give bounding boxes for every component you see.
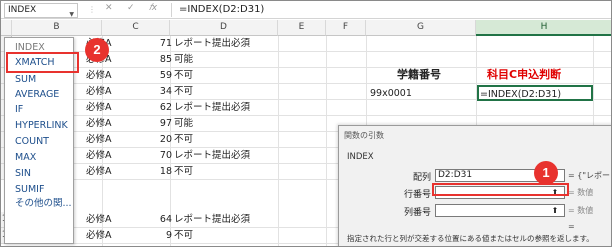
cell-b[interactable]: 必修A	[86, 132, 112, 147]
cell-d[interactable]: 可能	[174, 52, 193, 67]
cell-d[interactable]: レポート提出必須	[174, 212, 250, 227]
formula-bar: INDEX ▼ ⋮ ✕ ✓ 𝑓x =INDEX(D2:D31)	[1, 1, 611, 19]
insert-function-icon[interactable]: 𝑓x	[149, 3, 157, 13]
excel-window: INDEX ▼ ⋮ ✕ ✓ 𝑓x =INDEX(D2:D31) B C D E …	[0, 0, 612, 247]
cell-b[interactable]: 必修A	[86, 100, 112, 115]
separator-icon: ⋮	[88, 5, 96, 14]
column-header-f[interactable]: F	[326, 20, 366, 36]
cell-d[interactable]: 不可	[174, 68, 193, 83]
xmatch-highlight	[6, 52, 79, 73]
name-box-value: INDEX	[8, 5, 37, 15]
cell-c[interactable]: 70	[122, 148, 172, 163]
cell-b[interactable]: 必修A	[86, 164, 112, 179]
dropdown-item-sumif[interactable]: SUMIF	[15, 182, 44, 197]
column-number-result: = 数値	[568, 206, 594, 215]
dialog-description: 指定された行と列が交差する位置にある値またはセルの参照を返します。	[347, 234, 594, 243]
cell-c[interactable]: 9	[122, 228, 172, 243]
row-number-highlight	[432, 183, 569, 196]
cell-b[interactable]: 必修A	[86, 228, 112, 243]
student-id-value[interactable]: 99x0001	[370, 86, 412, 101]
cell-d[interactable]: 不可	[174, 164, 193, 179]
row-number-result: = 数値	[568, 188, 594, 197]
cell-d[interactable]: レポート提出必須	[174, 100, 250, 115]
column-header-g[interactable]: G	[366, 20, 476, 36]
cell-c[interactable]: 85	[122, 52, 172, 67]
cell-c[interactable]: 97	[122, 116, 172, 131]
cell-b[interactable]: 必修A	[86, 84, 112, 99]
cell-b[interactable]: 必修A	[86, 116, 112, 131]
cell-d[interactable]: 不可	[174, 132, 193, 147]
column-header-h[interactable]: H	[476, 20, 611, 36]
dropdown-item-average[interactable]: AVERAGE	[15, 87, 59, 102]
dropdown-item-more-functions[interactable]: その他の関...	[15, 196, 72, 211]
cell-b[interactable]: 必修A	[86, 212, 112, 227]
dropdown-item-if[interactable]: IF	[15, 102, 23, 117]
corner-select-all[interactable]	[1, 20, 12, 36]
array-result: = {"レポー	[568, 171, 611, 180]
table-row: 必修A 62 レポート提出必須	[12, 100, 611, 116]
cell-d[interactable]: 不可	[174, 84, 193, 99]
row-number-label: 行番号	[403, 190, 431, 200]
dropdown-item-hyperlink[interactable]: HYPERLINK	[15, 118, 68, 133]
cell-c[interactable]: 62	[122, 100, 172, 115]
formula-input[interactable]: =INDEX(D2:D31)	[179, 3, 264, 17]
dropdown-item-sum[interactable]: SUM	[15, 72, 36, 87]
course-c-header[interactable]: 科目C申込判断	[487, 67, 561, 83]
active-cell-formula[interactable]: =INDEX(D2:D31)	[480, 87, 561, 102]
student-id-header[interactable]: 学籍番号	[397, 67, 441, 83]
dropdown-item-max[interactable]: MAX	[15, 150, 36, 165]
cell-c[interactable]: 18	[122, 164, 172, 179]
name-box[interactable]: INDEX ▼	[4, 3, 78, 18]
cell-c[interactable]: 59	[122, 68, 172, 83]
array-label: 配列	[412, 173, 431, 183]
cell-c[interactable]: 34	[122, 84, 172, 99]
cell-d[interactable]: レポート提出必須	[174, 148, 250, 163]
enter-icon[interactable]: ✓	[127, 3, 135, 13]
cancel-icon[interactable]: ✕	[105, 3, 113, 13]
column-number-label: 列番号	[403, 208, 431, 218]
dialog-title: 関数の引数	[344, 131, 384, 140]
column-header-d[interactable]: D	[170, 20, 278, 36]
cell-c[interactable]: 64	[122, 212, 172, 227]
cell-c[interactable]: 71	[122, 36, 172, 51]
cell-b[interactable]: 必修A	[86, 148, 112, 163]
array-input-value: D2:D31	[438, 170, 473, 180]
column-header-e[interactable]: E	[278, 20, 326, 36]
cell-d[interactable]: レポート提出必須	[174, 36, 250, 51]
cell-d[interactable]: 可能	[174, 116, 193, 131]
formula-divider	[171, 3, 172, 17]
column-number-input[interactable]	[435, 204, 565, 217]
dropdown-item-sin[interactable]: SIN	[15, 166, 31, 181]
collapse-dialog-icon[interactable]: ⬆	[547, 205, 563, 216]
function-result: =	[568, 222, 575, 231]
step-badge-1: 1	[534, 161, 558, 185]
cell-c[interactable]: 20	[122, 132, 172, 147]
step-badge-2: 2	[85, 38, 109, 62]
dropdown-item-count[interactable]: COUNT	[15, 134, 49, 149]
column-header-c[interactable]: C	[102, 20, 170, 36]
cell-d[interactable]: 不可	[174, 228, 193, 243]
dialog-function-name: INDEX	[347, 152, 374, 162]
column-header-b[interactable]: B	[12, 20, 102, 36]
cell-b[interactable]: 必修A	[86, 68, 112, 83]
